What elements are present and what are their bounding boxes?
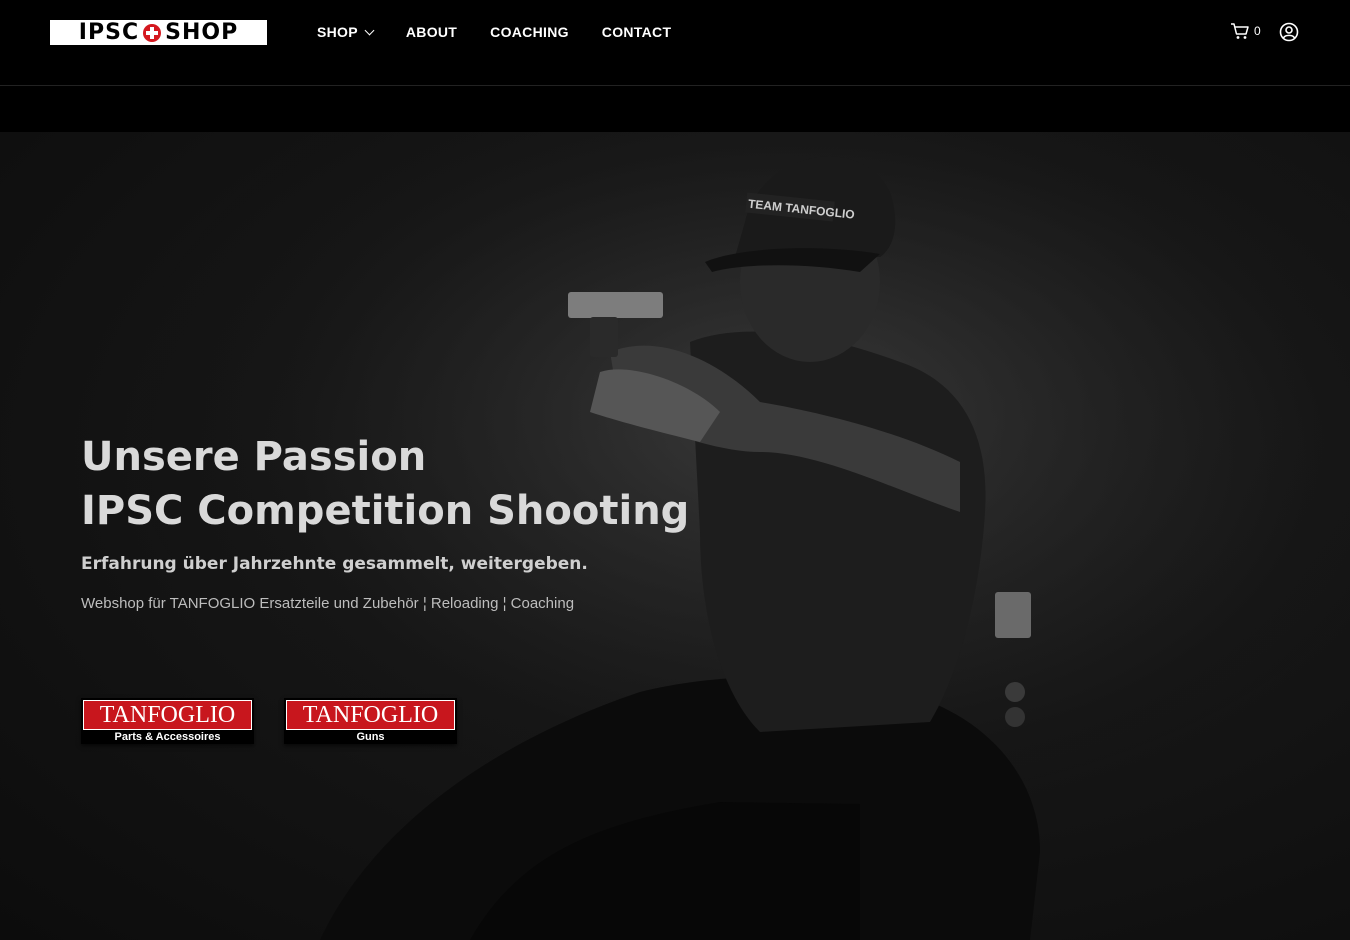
main-nav: SHOP ABOUT COACHING CONTACT — [317, 24, 704, 40]
header-spacer — [0, 86, 1350, 132]
ipsc-shop-logo[interactable]: IPSC SHOP — [50, 20, 267, 45]
nav-item-about[interactable]: ABOUT — [406, 24, 457, 40]
nav-item-shop[interactable]: SHOP — [317, 24, 375, 40]
headline-line-1: Unsere Passion — [81, 434, 427, 480]
hero-banner: TEAM TANFOGLIO Unsere Passion IPSC Compe… — [0, 132, 1350, 940]
nav-item-coaching[interactable]: COACHING — [490, 24, 569, 40]
logo-text-left: IPSC — [78, 20, 140, 45]
nav-item-label: COACHING — [490, 24, 569, 40]
user-icon — [1279, 22, 1299, 42]
cart-count: 0 — [1254, 24, 1261, 38]
shopping-cart-icon — [1231, 23, 1249, 39]
nav-item-contact[interactable]: CONTACT — [602, 24, 672, 40]
account-button[interactable] — [1279, 22, 1299, 47]
hero-headline: Unsere Passion IPSC Competition Shooting — [81, 430, 689, 538]
tanfoglio-logo: TANFOGLIO — [286, 700, 455, 730]
swiss-cross-icon — [143, 23, 162, 42]
tanfoglio-parts-link[interactable]: TANFOGLIO Parts & Accessoires — [81, 698, 254, 744]
headline-line-2: IPSC Competition Shooting — [81, 488, 690, 534]
chevron-down-icon — [364, 25, 375, 36]
site-header: IPSC SHOP SHOP ABOUT COACHING CONTACT 0 — [0, 0, 1350, 86]
hero-tagline: Webshop für TANFOGLIO Ersatzteile und Zu… — [81, 595, 575, 612]
brand-caption: Parts & Accessoires — [114, 731, 221, 743]
cart-button[interactable]: 0 — [1230, 22, 1261, 40]
nav-item-label: SHOP — [317, 24, 358, 40]
nav-item-label: CONTACT — [601, 24, 672, 40]
tanfoglio-logo: TANFOGLIO — [83, 700, 252, 730]
nav-item-label: ABOUT — [405, 24, 458, 40]
logo-text-right: SHOP — [165, 20, 239, 45]
tanfoglio-guns-link[interactable]: TANFOGLIO Guns — [284, 698, 457, 744]
brand-caption: Guns — [356, 731, 385, 743]
hero-subheadline: Erfahrung über Jahrzehnte gesammelt, wei… — [81, 554, 588, 574]
